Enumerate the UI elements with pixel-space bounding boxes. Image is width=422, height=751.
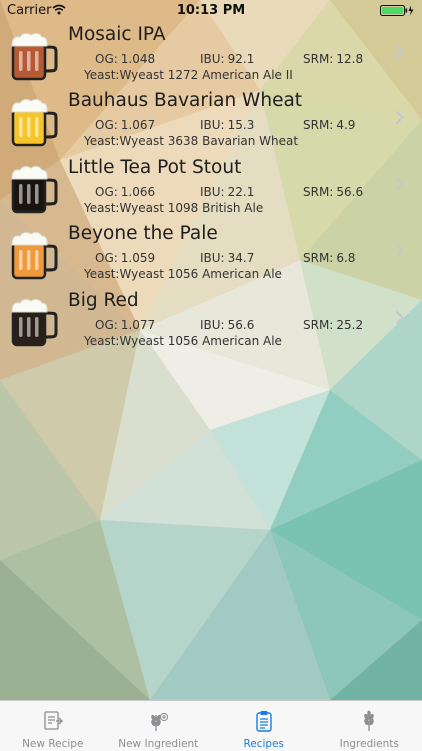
recipe-srm-label: SRM: bbox=[303, 185, 333, 199]
recipe-row[interactable]: Beyone the Pale OG:1.059 IBU:34.7 SRM:6.8 Ye… bbox=[0, 221, 422, 287]
recipe-og-label: OG: bbox=[95, 251, 118, 265]
tab-label: New Ingredient bbox=[106, 738, 212, 750]
recipe-srm: SRM:6.8 bbox=[303, 251, 355, 265]
recipe-srm-label: SRM: bbox=[303, 52, 333, 66]
tab-ingredients[interactable]: Ingredients bbox=[317, 701, 422, 751]
tab-bar: New RecipeNew IngredientRecipesIngredien… bbox=[0, 700, 422, 751]
beer-mug-icon bbox=[10, 297, 58, 347]
recipe-og-label: OG: bbox=[95, 118, 118, 132]
recipe-ibu-label: IBU: bbox=[200, 318, 225, 332]
recipe-ibu: IBU:15.3 bbox=[200, 118, 254, 132]
recipe-ibu-label: IBU: bbox=[200, 118, 225, 132]
new-recipe-icon bbox=[41, 709, 65, 733]
battery-level bbox=[382, 7, 403, 14]
recipe-ibu: IBU:92.1 bbox=[200, 52, 254, 66]
recipe-ibu-value: 15.3 bbox=[228, 118, 255, 132]
recipe-list: Mosaic IPAOG:1.048IBU:92.1SRM:12.8Yeast:… bbox=[0, 22, 422, 354]
tab-label: Recipes bbox=[211, 738, 317, 750]
recipe-yeast: Yeast:Wyeast 1098 British Ale bbox=[84, 201, 263, 215]
recipe-og-value: 1.077 bbox=[121, 318, 155, 332]
tab-recipes[interactable]: Recipes bbox=[211, 701, 317, 751]
recipe-srm: SRM:25.2 bbox=[303, 318, 363, 332]
beer-mug-icon bbox=[10, 31, 58, 81]
recipe-srm-value: 4.9 bbox=[336, 118, 355, 132]
clipboard-icon bbox=[252, 709, 276, 733]
recipe-srm: SRM:56.6 bbox=[303, 185, 363, 199]
chevron-right-icon[interactable] bbox=[395, 110, 404, 125]
recipe-ibu-value: 92.1 bbox=[228, 52, 255, 66]
recipe-ibu-label: IBU: bbox=[200, 251, 225, 265]
recipe-og-value: 1.066 bbox=[121, 185, 155, 199]
beer-mug-icon bbox=[10, 97, 58, 147]
chevron-right-icon[interactable] bbox=[395, 44, 404, 59]
recipe-row[interactable]: Big Red OG:1.077 IBU:56.6 SRM:25.2 Yeast:Wye… bbox=[0, 288, 422, 354]
recipe-og-value: 1.067 bbox=[121, 118, 155, 132]
battery-icon bbox=[380, 5, 416, 16]
recipe-og-value: 1.059 bbox=[121, 251, 155, 265]
recipe-ibu-value: 22.1 bbox=[228, 185, 255, 199]
recipe-ibu-value: 56.6 bbox=[228, 318, 255, 332]
chevron-right-icon[interactable] bbox=[395, 310, 404, 325]
recipe-ibu: IBU:22.1 bbox=[200, 185, 254, 199]
recipe-name: Beyone the Pale bbox=[68, 223, 218, 244]
chevron-right-icon[interactable] bbox=[395, 177, 404, 192]
recipe-og: OG:1.077 bbox=[95, 318, 155, 332]
recipe-ibu-label: IBU: bbox=[200, 185, 225, 199]
recipe-og-label: OG: bbox=[95, 185, 118, 199]
recipe-og-label: OG: bbox=[95, 52, 118, 66]
recipe-name: Bauhaus Bavarian Wheat bbox=[68, 90, 302, 111]
recipe-og: OG:1.059 bbox=[95, 251, 155, 265]
recipe-yeast: Yeast:Wyeast 1056 American Ale bbox=[84, 267, 282, 281]
recipe-ibu: IBU:56.6 bbox=[200, 318, 254, 332]
recipe-name: Mosaic IPA bbox=[68, 24, 166, 45]
tab-label: New Recipe bbox=[0, 738, 106, 750]
beer-mug-icon bbox=[10, 164, 58, 214]
wheat-icon bbox=[357, 709, 381, 733]
recipe-row[interactable]: Little Tea Pot Stout OG:1.066 IBU:22.1 SRM:… bbox=[0, 155, 422, 221]
recipe-srm-value: 25.2 bbox=[336, 318, 363, 332]
wheat-plus-icon bbox=[146, 709, 170, 733]
recipe-srm-value: 12.8 bbox=[336, 52, 363, 66]
tab-new-recipe[interactable]: New Recipe bbox=[0, 701, 106, 751]
beer-mug-icon bbox=[10, 230, 58, 280]
recipe-name: Big Red bbox=[68, 290, 139, 311]
status-bar: Carrier 10:13 PM bbox=[0, 0, 422, 22]
recipe-srm-label: SRM: bbox=[303, 118, 333, 132]
recipe-og: OG:1.066 bbox=[95, 185, 155, 199]
recipe-srm-label: SRM: bbox=[303, 318, 333, 332]
tab-label: Ingredients bbox=[317, 738, 422, 750]
recipe-ibu: IBU:34.7 bbox=[200, 251, 254, 265]
recipe-ibu-value: 34.7 bbox=[228, 251, 255, 265]
recipe-srm-label: SRM: bbox=[303, 251, 333, 265]
tab-new-ingredient[interactable]: New Ingredient bbox=[106, 701, 212, 751]
recipe-og-value: 1.048 bbox=[121, 52, 155, 66]
recipe-srm: SRM:4.9 bbox=[303, 118, 355, 132]
status-time: 10:13 PM bbox=[0, 3, 422, 18]
chevron-right-icon[interactable] bbox=[395, 243, 404, 258]
recipe-srm-value: 56.6 bbox=[336, 185, 363, 199]
recipe-srm: SRM:12.8 bbox=[303, 52, 363, 66]
recipe-row[interactable]: Bauhaus Bavarian Wheat OG:1.067 IBU:15.3 SR… bbox=[0, 88, 422, 154]
recipe-og: OG:1.048 bbox=[95, 52, 155, 66]
recipe-name: Little Tea Pot Stout bbox=[68, 157, 241, 178]
recipe-yeast: Yeast:Wyeast 1056 American Ale bbox=[84, 334, 282, 348]
recipe-og: OG:1.067 bbox=[95, 118, 155, 132]
recipe-yeast: Yeast:Wyeast 1272 American Ale II bbox=[84, 68, 293, 82]
recipe-og-label: OG: bbox=[95, 318, 118, 332]
recipe-srm-value: 6.8 bbox=[336, 251, 355, 265]
recipe-yeast: Yeast:Wyeast 3638 Bavarian Wheat bbox=[84, 134, 298, 148]
recipe-ibu-label: IBU: bbox=[200, 52, 225, 66]
recipe-row[interactable]: Mosaic IPA OG:1.048 IBU:92.1 SRM:12.8 Yeast:… bbox=[0, 22, 422, 88]
